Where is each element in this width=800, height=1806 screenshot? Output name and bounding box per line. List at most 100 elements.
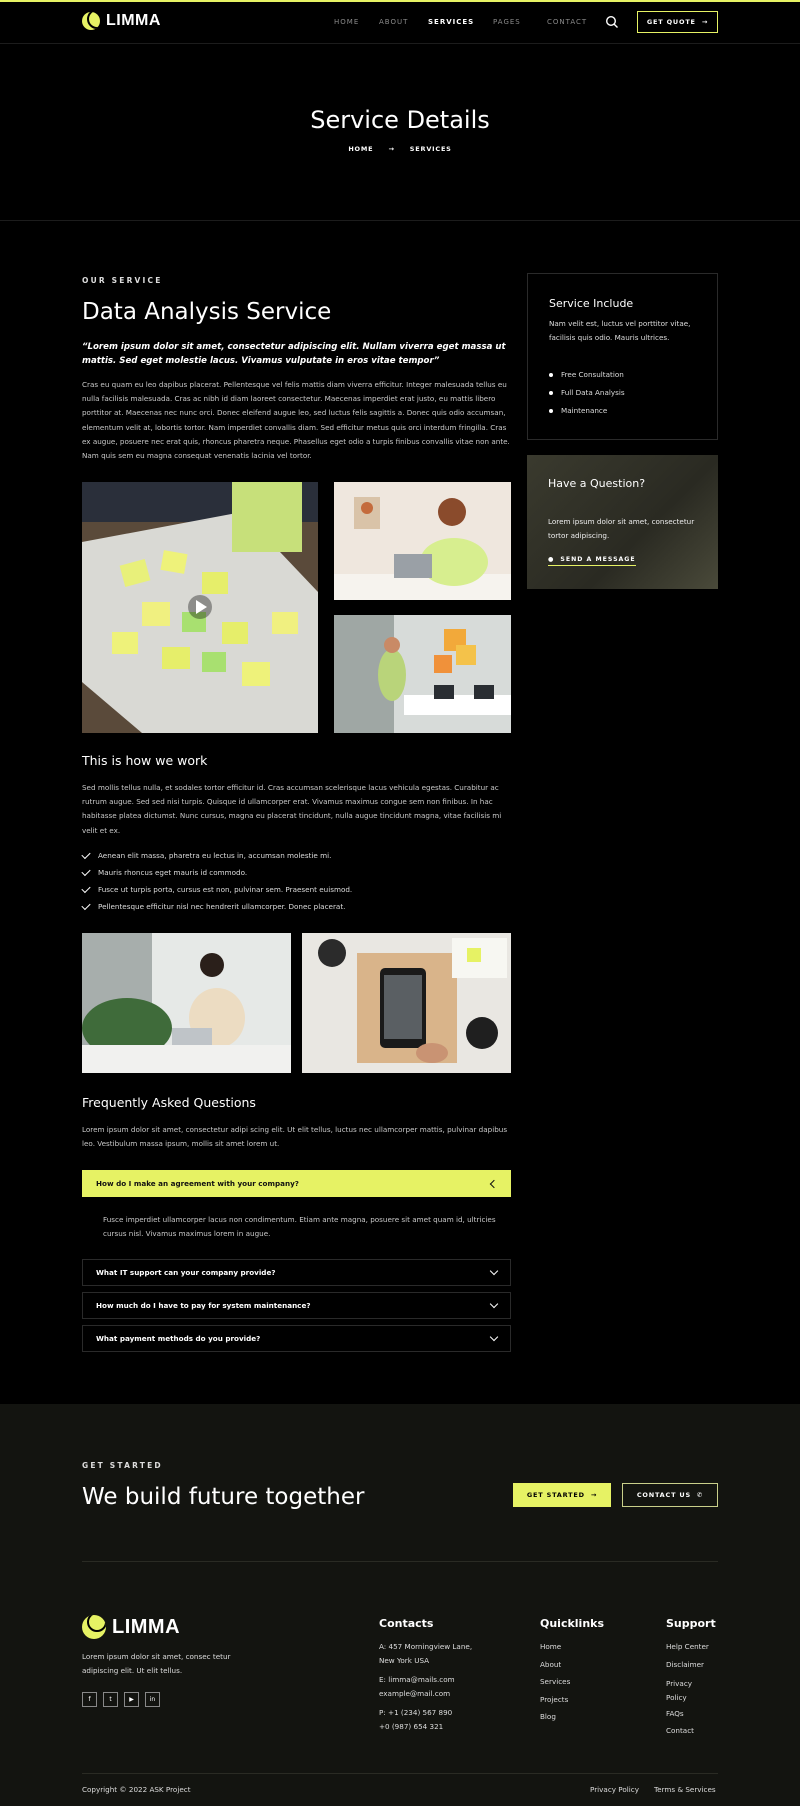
faq-item[interactable]: How much do I have to pay for system mai…	[82, 1292, 511, 1319]
work-title: This is how we work	[82, 753, 208, 768]
woman-office-photo	[82, 933, 291, 1073]
question-title: Have a Question?	[548, 477, 646, 490]
faq-question: How much do I have to pay for system mai…	[96, 1301, 311, 1310]
nav-contact[interactable]: CONTACT	[547, 18, 587, 26]
phone-icon: ✆	[696, 1491, 704, 1499]
nav-home[interactable]: HOME	[334, 18, 359, 26]
arrow-right-icon: →	[701, 18, 709, 26]
footer-divider	[82, 1561, 718, 1562]
quicklink-home[interactable]: Home	[540, 1642, 561, 1651]
search-icon[interactable]	[605, 14, 619, 28]
hero-divider	[0, 220, 800, 221]
quicklink-services[interactable]: Services	[540, 1677, 570, 1686]
faq-question: How do I make an agreement with your com…	[96, 1179, 299, 1188]
breadcrumb: HOME → SERVICES	[0, 145, 800, 153]
faq-title: Frequently Asked Questions	[82, 1095, 256, 1110]
copyright: Copyright © 2022 ASK Project	[82, 1785, 191, 1794]
work-text: Sed mollis tellus nulla, et sodales tort…	[82, 783, 502, 835]
support-help-center[interactable]: Help Center	[666, 1642, 709, 1651]
faq-item-open[interactable]: How do I make an agreement with your com…	[82, 1170, 511, 1197]
twitter-icon[interactable]: t	[103, 1692, 118, 1707]
check-icon	[81, 900, 91, 910]
send-message-label: SEND A MESSAGE	[560, 556, 636, 563]
quicklink-projects[interactable]: Projects	[540, 1695, 568, 1704]
linkedin-icon[interactable]: in	[145, 1692, 160, 1707]
quicklink-about[interactable]: About	[540, 1660, 561, 1669]
service-include-title: Service Include	[549, 297, 634, 310]
breadcrumb-services: SERVICES	[409, 145, 452, 153]
support-faqs[interactable]: FAQs	[666, 1709, 684, 1718]
get-quote-label: GET QUOTE	[646, 18, 696, 26]
question-text: Lorem ipsum dolor sit amet, consectetur …	[548, 517, 695, 541]
top-accent-bar	[0, 0, 800, 2]
send-message-link[interactable]: ● SEND A MESSAGE	[548, 556, 636, 566]
get-started-button[interactable]: GET STARTED →	[513, 1483, 611, 1507]
include-item-text: Full Data Analysis	[561, 388, 625, 397]
quicklink-blog[interactable]: Blog	[540, 1712, 556, 1721]
phone-link[interactable]: +0 (987) 654 321	[379, 1722, 443, 1731]
brand-name: LIMMA	[106, 12, 161, 29]
faq-answer: Fusce imperdiet ullamcorper lacus non co…	[103, 1215, 496, 1239]
address-line: New York USA	[379, 1656, 430, 1665]
contacts-title: Contacts	[379, 1617, 434, 1630]
contact-us-label: CONTACT US	[636, 1491, 691, 1499]
address-line: A: 457 Morningview Lane,	[379, 1642, 473, 1651]
nav-pages[interactable]: PAGES	[493, 18, 521, 26]
include-item-text: Maintenance	[561, 406, 608, 415]
nav-about[interactable]: ABOUT	[379, 18, 408, 26]
breadcrumb-home[interactable]: HOME	[348, 145, 373, 153]
check-icon	[81, 866, 91, 876]
faq-item[interactable]: What IT support can your company provide…	[82, 1259, 511, 1286]
header-divider	[0, 43, 800, 44]
sticky-notes-photo	[82, 482, 318, 733]
checklist-item: Pellentesque efficitur nisl nec hendreri…	[81, 900, 346, 911]
logo[interactable]: LIMMA	[82, 12, 161, 30]
email-link[interactable]: example@mail.com	[379, 1689, 450, 1698]
checklist-item: Mauris rhoncus eget mauris id commodo.	[81, 866, 247, 877]
faq-item[interactable]: What payment methods do you provide?	[82, 1325, 511, 1352]
checklist-item: Fusce ut turpis porta, cursus est non, p…	[81, 883, 352, 894]
logo-icon	[82, 1615, 106, 1639]
cta-title: We build future together	[82, 1484, 365, 1510]
faq-intro: Lorem ipsum dolor sit amet, consectetur …	[82, 1125, 508, 1149]
checklist-item: Aenean elit massa, pharetra eu lectus in…	[81, 849, 332, 860]
faq-question: What IT support can your company provide…	[96, 1268, 276, 1277]
chevron-down-icon	[489, 1299, 499, 1308]
phone-link[interactable]: P: +1 (234) 567 890	[379, 1708, 452, 1717]
breadcrumb-arrow-icon: →	[388, 145, 395, 153]
footer-brand-name: LIMMA	[112, 1615, 181, 1638]
email-link[interactable]: E: limma@mails.com	[379, 1675, 455, 1684]
quicklinks-title: Quicklinks	[540, 1617, 605, 1630]
nav-services[interactable]: SERVICES	[428, 18, 474, 26]
tablet-desk-photo	[302, 933, 511, 1073]
chevron-down-icon	[489, 1332, 499, 1341]
support-contact[interactable]: Contact	[666, 1726, 694, 1735]
youtube-icon[interactable]: ▶	[124, 1692, 139, 1707]
support-disclaimer[interactable]: Disclaimer	[666, 1660, 704, 1669]
service-include-text: Nam velit est, luctus vel porttitor vita…	[549, 319, 691, 343]
service-quote: “Lorem ipsum dolor sit amet, consectetur…	[82, 342, 506, 366]
support-title: Support	[666, 1617, 716, 1630]
terms-link[interactable]: Terms & Services	[654, 1785, 716, 1794]
get-started-label: GET STARTED	[526, 1491, 585, 1499]
contact-us-button[interactable]: CONTACT US ✆	[622, 1483, 718, 1507]
footer-logo[interactable]: LIMMA	[82, 1615, 180, 1639]
include-item: Full Data Analysis	[549, 388, 625, 397]
service-intro: Cras eu quam eu leo dapibus placerat. Pe…	[82, 380, 510, 461]
footer-about: Lorem ipsum dolor sit amet, consec tetur…	[82, 1652, 231, 1676]
section-eyebrow: OUR SERVICE	[82, 276, 163, 285]
get-quote-button[interactable]: GET QUOTE →	[637, 11, 718, 33]
privacy-policy-link[interactable]: Privacy Policy	[590, 1785, 639, 1794]
chevron-left-icon	[489, 1179, 499, 1188]
include-item: Maintenance	[549, 406, 607, 415]
check-icon	[81, 883, 91, 893]
facebook-icon[interactable]: f	[82, 1692, 97, 1707]
check-icon	[81, 849, 91, 859]
checklist-text: Aenean elit massa, pharetra eu lectus in…	[98, 851, 332, 860]
support-privacy-policy[interactable]: Privacy Policy	[666, 1677, 706, 1705]
service-title: Data Analysis Service	[82, 299, 332, 325]
logo-icon	[82, 12, 100, 30]
checklist-text: Pellentesque efficitur nisl nec hendreri…	[98, 902, 346, 911]
arrow-right-icon: →	[590, 1491, 598, 1499]
chat-icon: ●	[548, 556, 555, 563]
